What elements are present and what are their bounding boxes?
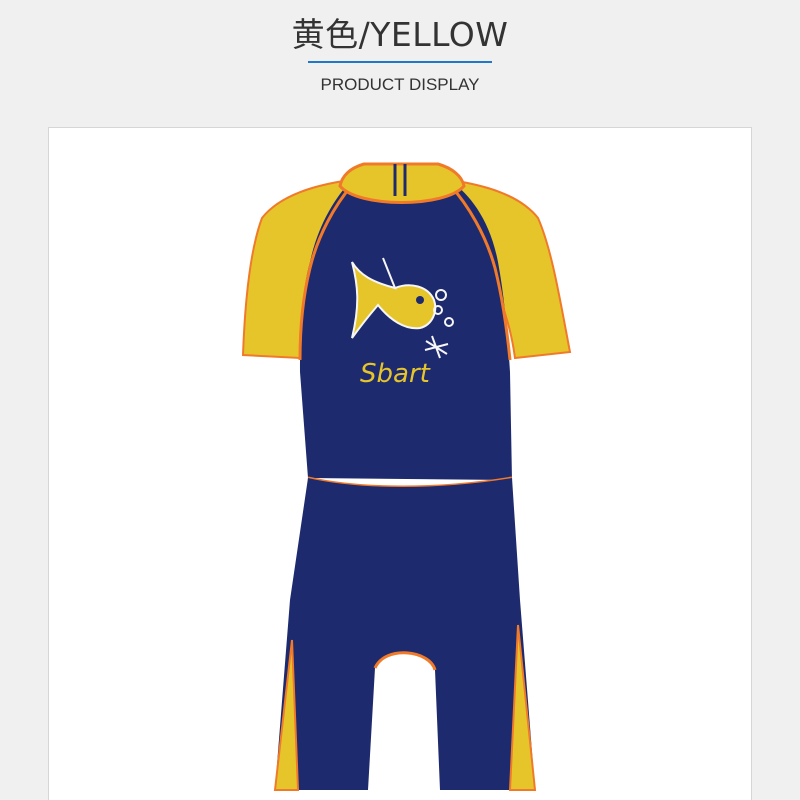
print-text: Sbart [360,359,431,389]
collar [338,162,466,204]
product-display-page: 黄色/YELLOW PRODUCT DISPLAY Sbart [0,0,800,800]
shorts [275,478,535,790]
wetsuit-product-image: Sbart [241,162,572,791]
